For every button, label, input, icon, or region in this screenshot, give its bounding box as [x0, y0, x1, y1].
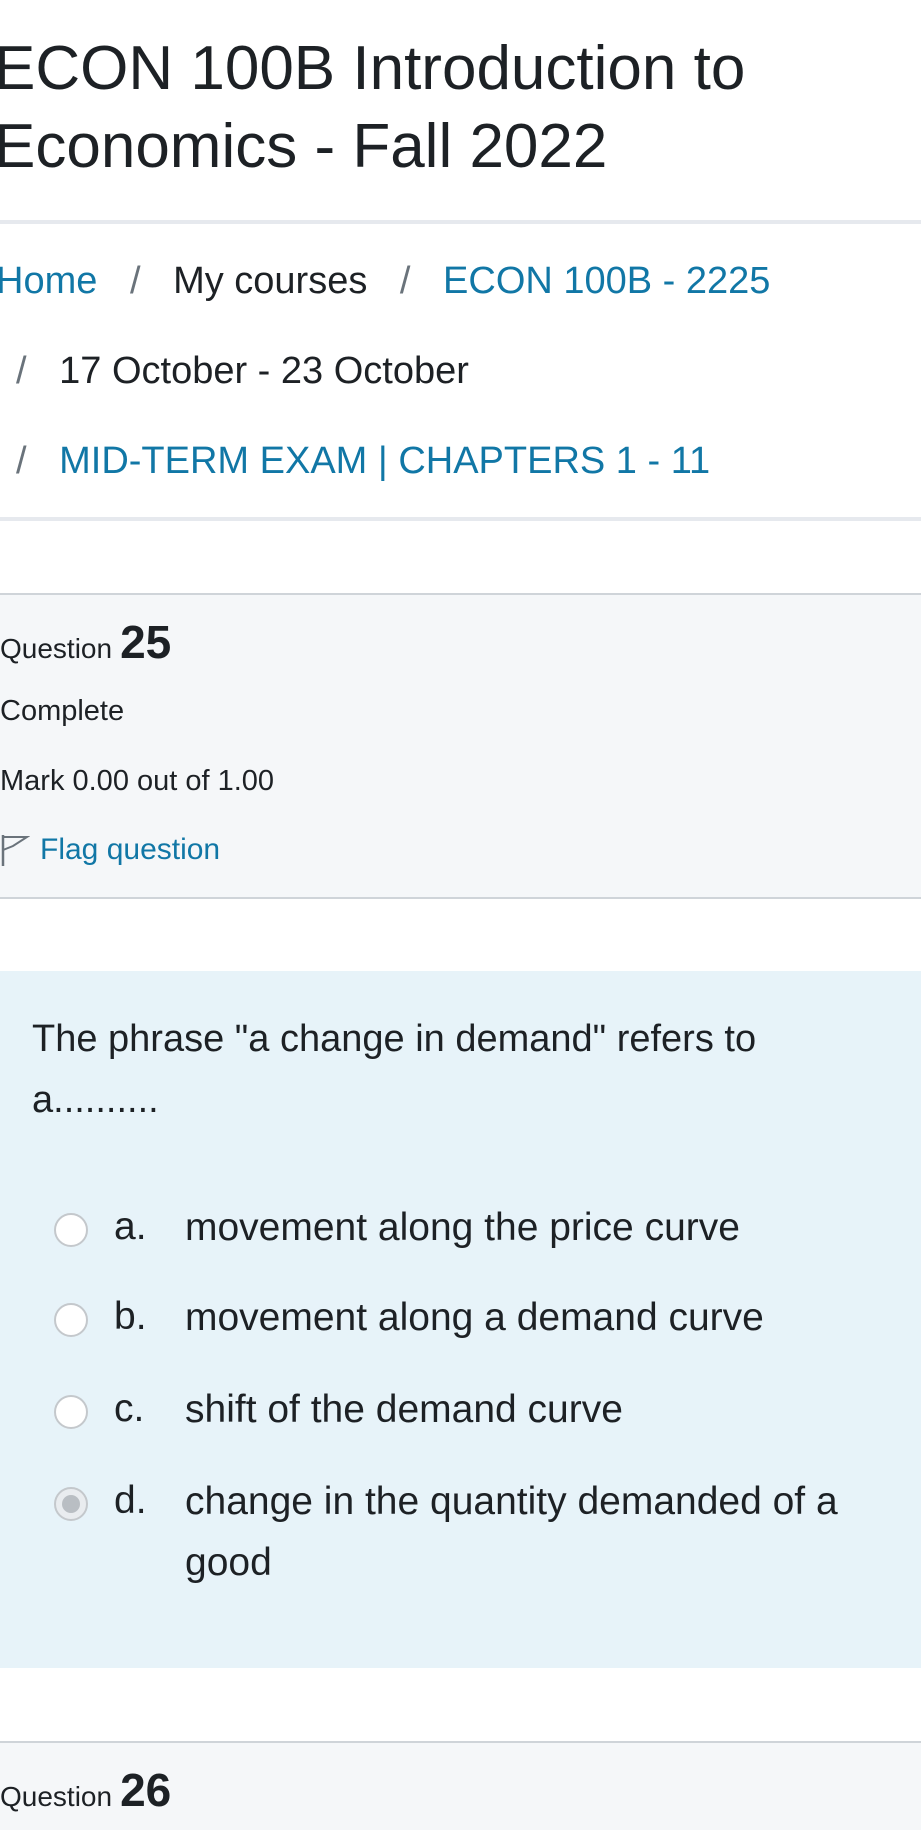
divider — [0, 517, 921, 521]
question-text: The phrase "a change in demand" refers t… — [32, 1018, 757, 1121]
answer-letter: d. — [114, 1479, 147, 1522]
question-label: Question — [0, 1781, 113, 1812]
breadcrumb-exam-link[interactable]: MID-TERM EXAM | CHAPTERS 1 - 11 — [59, 440, 710, 482]
answer-text: movement along a demand curve — [185, 1296, 764, 1339]
question-label: Question — [0, 633, 113, 664]
divider — [0, 220, 921, 224]
answer-letter: b. — [114, 1295, 147, 1338]
answer-text: movement along the price curve — [185, 1206, 740, 1249]
answer-text: change in the quantity demanded of a goo… — [185, 1480, 838, 1584]
breadcrumb-my-courses: My courses — [173, 260, 368, 302]
answer-radio-b[interactable] — [54, 1303, 88, 1337]
breadcrumb-separator: / — [16, 440, 27, 482]
flag-icon — [0, 833, 40, 866]
answer-letter: a. — [114, 1205, 147, 1248]
breadcrumb-week: 17 October - 23 October — [59, 350, 469, 392]
answer-radio-c[interactable] — [54, 1395, 88, 1429]
breadcrumb-separator: / — [16, 350, 27, 392]
breadcrumb-course-link[interactable]: ECON 100B - 2225 — [443, 260, 770, 302]
breadcrumb-home-link[interactable]: Home — [0, 260, 97, 302]
question-info-panel: Question 26 — [0, 1741, 921, 1830]
flag-question-link[interactable]: Flag question — [0, 833, 220, 867]
answer-radio-d[interactable] — [54, 1487, 88, 1521]
breadcrumb-row: / MID-TERM EXAM | CHAPTERS 1 - 11 — [16, 438, 710, 484]
breadcrumb-row: Home / My courses / ECON 100B - 2225 — [0, 258, 770, 304]
question-number: Question 25 — [0, 615, 171, 669]
flag-question-label: Flag question — [40, 833, 221, 866]
quiz-review-page: ECON 100B Introduction to Economics - Fa… — [0, 0, 921, 1830]
breadcrumb-separator: / — [399, 260, 411, 302]
question-info-panel: Question 25 Complete Mark 0.00 out of 1.0… — [0, 593, 921, 899]
breadcrumb-separator: / — [129, 260, 141, 302]
question-state: Complete — [0, 695, 125, 727]
question-content: The phrase "a change in demand" refers t… — [0, 971, 921, 1668]
breadcrumb-row: / 17 October - 23 October — [16, 348, 469, 394]
answer-text: shift of the demand curve — [185, 1388, 623, 1431]
answer-letter: c. — [114, 1387, 145, 1430]
answer-radio-a[interactable] — [54, 1213, 88, 1247]
question-grade: Mark 0.00 out of 1.00 — [0, 765, 275, 797]
question-number-value: 26 — [120, 1764, 172, 1816]
course-title: ECON 100B Introduction to Economics - Fa… — [0, 34, 746, 181]
question-number: Question 26 — [0, 1763, 171, 1817]
question-number-value: 25 — [120, 616, 172, 668]
